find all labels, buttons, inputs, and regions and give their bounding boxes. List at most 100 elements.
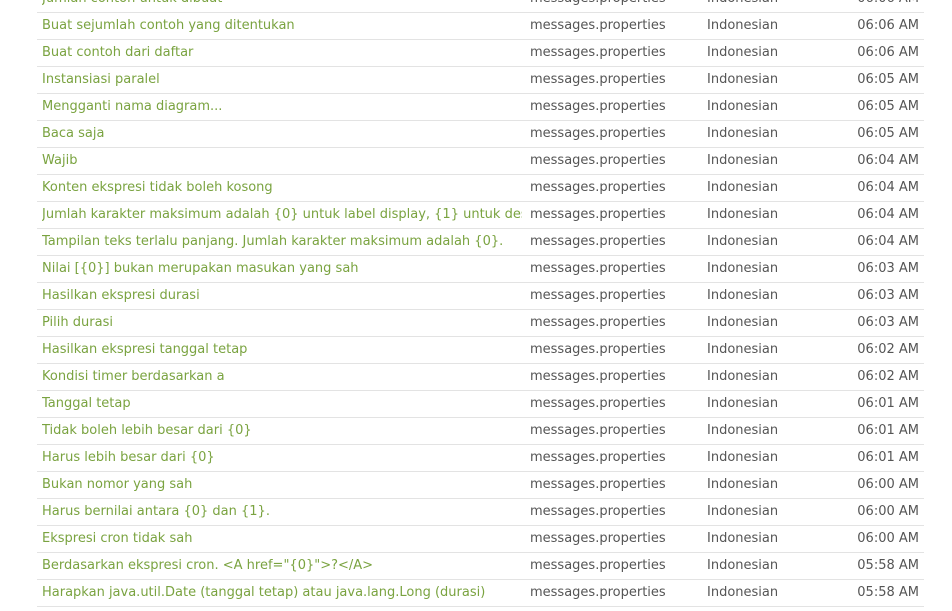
file-name: messages.properties	[530, 477, 666, 492]
language-name: Indonesian	[707, 261, 779, 276]
string-text-link[interactable]: Tidak boleh lebih besar dari {0}	[42, 418, 522, 444]
file-name: messages.properties	[530, 234, 666, 249]
string-text-link[interactable]: Harapkan java.util.Date (tanggal tetap) …	[42, 580, 522, 606]
language-name: Indonesian	[707, 180, 779, 195]
timestamp: 06:03 AM	[857, 315, 919, 330]
file-name: messages.properties	[530, 585, 666, 600]
table-row: Bukan nomor yang sah messages.properties I…	[37, 472, 924, 499]
timestamp: 06:06 AM	[857, 18, 919, 33]
string-text-link[interactable]: Jumlah contoh untuk dibuat	[42, 0, 522, 12]
table-row: Hasilkan ekspresi tanggal tetap messages.…	[37, 337, 924, 364]
language-name: Indonesian	[707, 531, 779, 546]
language-name: Indonesian	[707, 477, 779, 492]
string-text-link[interactable]: Berdasarkan ekspresi cron. <A href="{0}"…	[42, 553, 522, 579]
timestamp: 06:01 AM	[857, 450, 919, 465]
language-name: Indonesian	[707, 585, 779, 600]
timestamp: 06:00 AM	[857, 477, 919, 492]
file-name: messages.properties	[530, 0, 695, 12]
timestamp: 06:04 AM	[857, 234, 919, 249]
timestamp: 06:03 AM	[857, 261, 919, 276]
string-text-link[interactable]: Konten ekspresi tidak boleh kosong	[42, 175, 522, 201]
string-text-link[interactable]: Jumlah karakter maksimum adalah {0} untu…	[42, 202, 522, 228]
table-row: Harus bernilai antara {0} dan {1}. messag…	[37, 499, 924, 526]
timestamp: 05:58 AM	[857, 558, 919, 573]
file-name: messages.properties	[530, 45, 666, 60]
string-text-link[interactable]: Harus lebih besar dari {0}	[42, 445, 522, 471]
table-row: Konten ekspresi tidak boleh kosong messag…	[37, 175, 924, 202]
string-text-link[interactable]: Bukan nomor yang sah	[42, 472, 522, 498]
string-text-link[interactable]: Pilih durasi	[42, 310, 522, 336]
string-text-link[interactable]: Harus bernilai antara {0} dan {1}.	[42, 499, 522, 525]
table-row: Berdasarkan ekspresi cron. <A href="{0}"…	[37, 553, 924, 580]
language-name: Indonesian	[707, 45, 779, 60]
timestamp: 06:04 AM	[857, 153, 919, 168]
timestamp: 06:05 AM	[857, 72, 919, 87]
file-name: messages.properties	[530, 288, 666, 303]
table-row: Ekspresi cron tidak sah messages.properti…	[37, 526, 924, 553]
string-text-link[interactable]: Baca saja	[42, 121, 522, 147]
table-row: Kondisi timer berdasarkan a messages.prop…	[37, 364, 924, 391]
table-row: Nilai [{0}] bukan merupakan masukan yang…	[37, 256, 924, 283]
language-name: Indonesian	[707, 207, 779, 222]
string-text-link[interactable]: Buat contoh dari daftar	[42, 40, 522, 66]
language-name: Indonesian	[707, 450, 779, 465]
string-text-link[interactable]: Hasilkan ekspresi durasi	[42, 283, 522, 309]
language-name: Indonesian	[707, 126, 779, 141]
timestamp: 06:03 AM	[857, 288, 919, 303]
timestamp: 05:58 AM	[857, 585, 919, 600]
table-row: Tanggal tetap messages.properties Indonesi…	[37, 391, 924, 418]
file-name: messages.properties	[530, 72, 666, 87]
file-name: messages.properties	[530, 504, 666, 519]
string-text-link[interactable]: Nilai [{0}] bukan merupakan masukan yang…	[42, 256, 522, 282]
string-text-link[interactable]: Buat sejumlah contoh yang ditentukan	[42, 13, 522, 39]
table-row: Harapkan java.util.Date (tanggal tetap) …	[37, 580, 924, 607]
file-name: messages.properties	[530, 18, 666, 33]
table-row: Wajib messages.properties Indonesian 06:04 …	[37, 148, 924, 175]
string-text-link[interactable]: Mengganti nama diagram...	[42, 94, 522, 120]
table-row: Tampilan teks terlalu panjang. Jumlah ka…	[37, 229, 924, 256]
file-name: messages.properties	[530, 558, 666, 573]
table-row: Jumlah contoh untuk dibuat messages.prope…	[37, 0, 924, 13]
string-text-link[interactable]: Instansiasi paralel	[42, 67, 522, 93]
language-name: Indonesian	[707, 342, 779, 357]
timestamp: 06:01 AM	[857, 396, 919, 411]
string-text-link[interactable]: Wajib	[42, 148, 522, 174]
string-text-link[interactable]: Hasilkan ekspresi tanggal tetap	[42, 337, 522, 363]
timestamp: 06:06 AM	[857, 45, 919, 60]
file-name: messages.properties	[530, 450, 666, 465]
file-name: messages.properties	[530, 315, 666, 330]
timestamp: 06:00 AM	[857, 504, 919, 519]
table-row: Mengganti nama diagram... messages.proper…	[37, 94, 924, 121]
language-name: Indonesian	[707, 369, 779, 384]
timestamp: 06:02 AM	[857, 369, 919, 384]
table-row: Pilih durasi messages.properties Indonesia…	[37, 310, 924, 337]
file-name: messages.properties	[530, 99, 666, 114]
translation-activity-table: Jumlah contoh untuk dibuat messages.prope…	[37, 0, 924, 607]
language-name: Indonesian	[707, 396, 779, 411]
file-name: messages.properties	[530, 153, 666, 168]
file-name: messages.properties	[530, 207, 666, 222]
file-name: messages.properties	[530, 126, 666, 141]
file-name: messages.properties	[530, 531, 666, 546]
string-text-link[interactable]: Tanggal tetap	[42, 391, 522, 417]
timestamp: 06:04 AM	[857, 207, 919, 222]
language-name: Indonesian	[707, 72, 779, 87]
file-name: messages.properties	[530, 369, 666, 384]
language-name: Indonesian	[707, 558, 779, 573]
string-text-link[interactable]: Tampilan teks terlalu panjang. Jumlah ka…	[42, 229, 522, 255]
table-row: Buat sejumlah contoh yang ditentukan mess…	[37, 13, 924, 40]
table-row: Buat contoh dari daftar messages.properti…	[37, 40, 924, 67]
language-name: Indonesian	[707, 0, 827, 12]
table-row: Hasilkan ekspresi durasi messages.propert…	[37, 283, 924, 310]
table-row: Jumlah karakter maksimum adalah {0} untu…	[37, 202, 924, 229]
language-name: Indonesian	[707, 504, 779, 519]
string-text-link[interactable]: Kondisi timer berdasarkan a	[42, 364, 522, 390]
file-name: messages.properties	[530, 261, 666, 276]
timestamp: 06:01 AM	[857, 423, 919, 438]
table-row: Instansiasi paralel messages.properties In…	[37, 67, 924, 94]
table-row: Harus lebih besar dari {0} messages.prope…	[37, 445, 924, 472]
language-name: Indonesian	[707, 153, 779, 168]
timestamp: 06:00 AM	[857, 531, 919, 546]
language-name: Indonesian	[707, 18, 779, 33]
string-text-link[interactable]: Ekspresi cron tidak sah	[42, 526, 522, 552]
